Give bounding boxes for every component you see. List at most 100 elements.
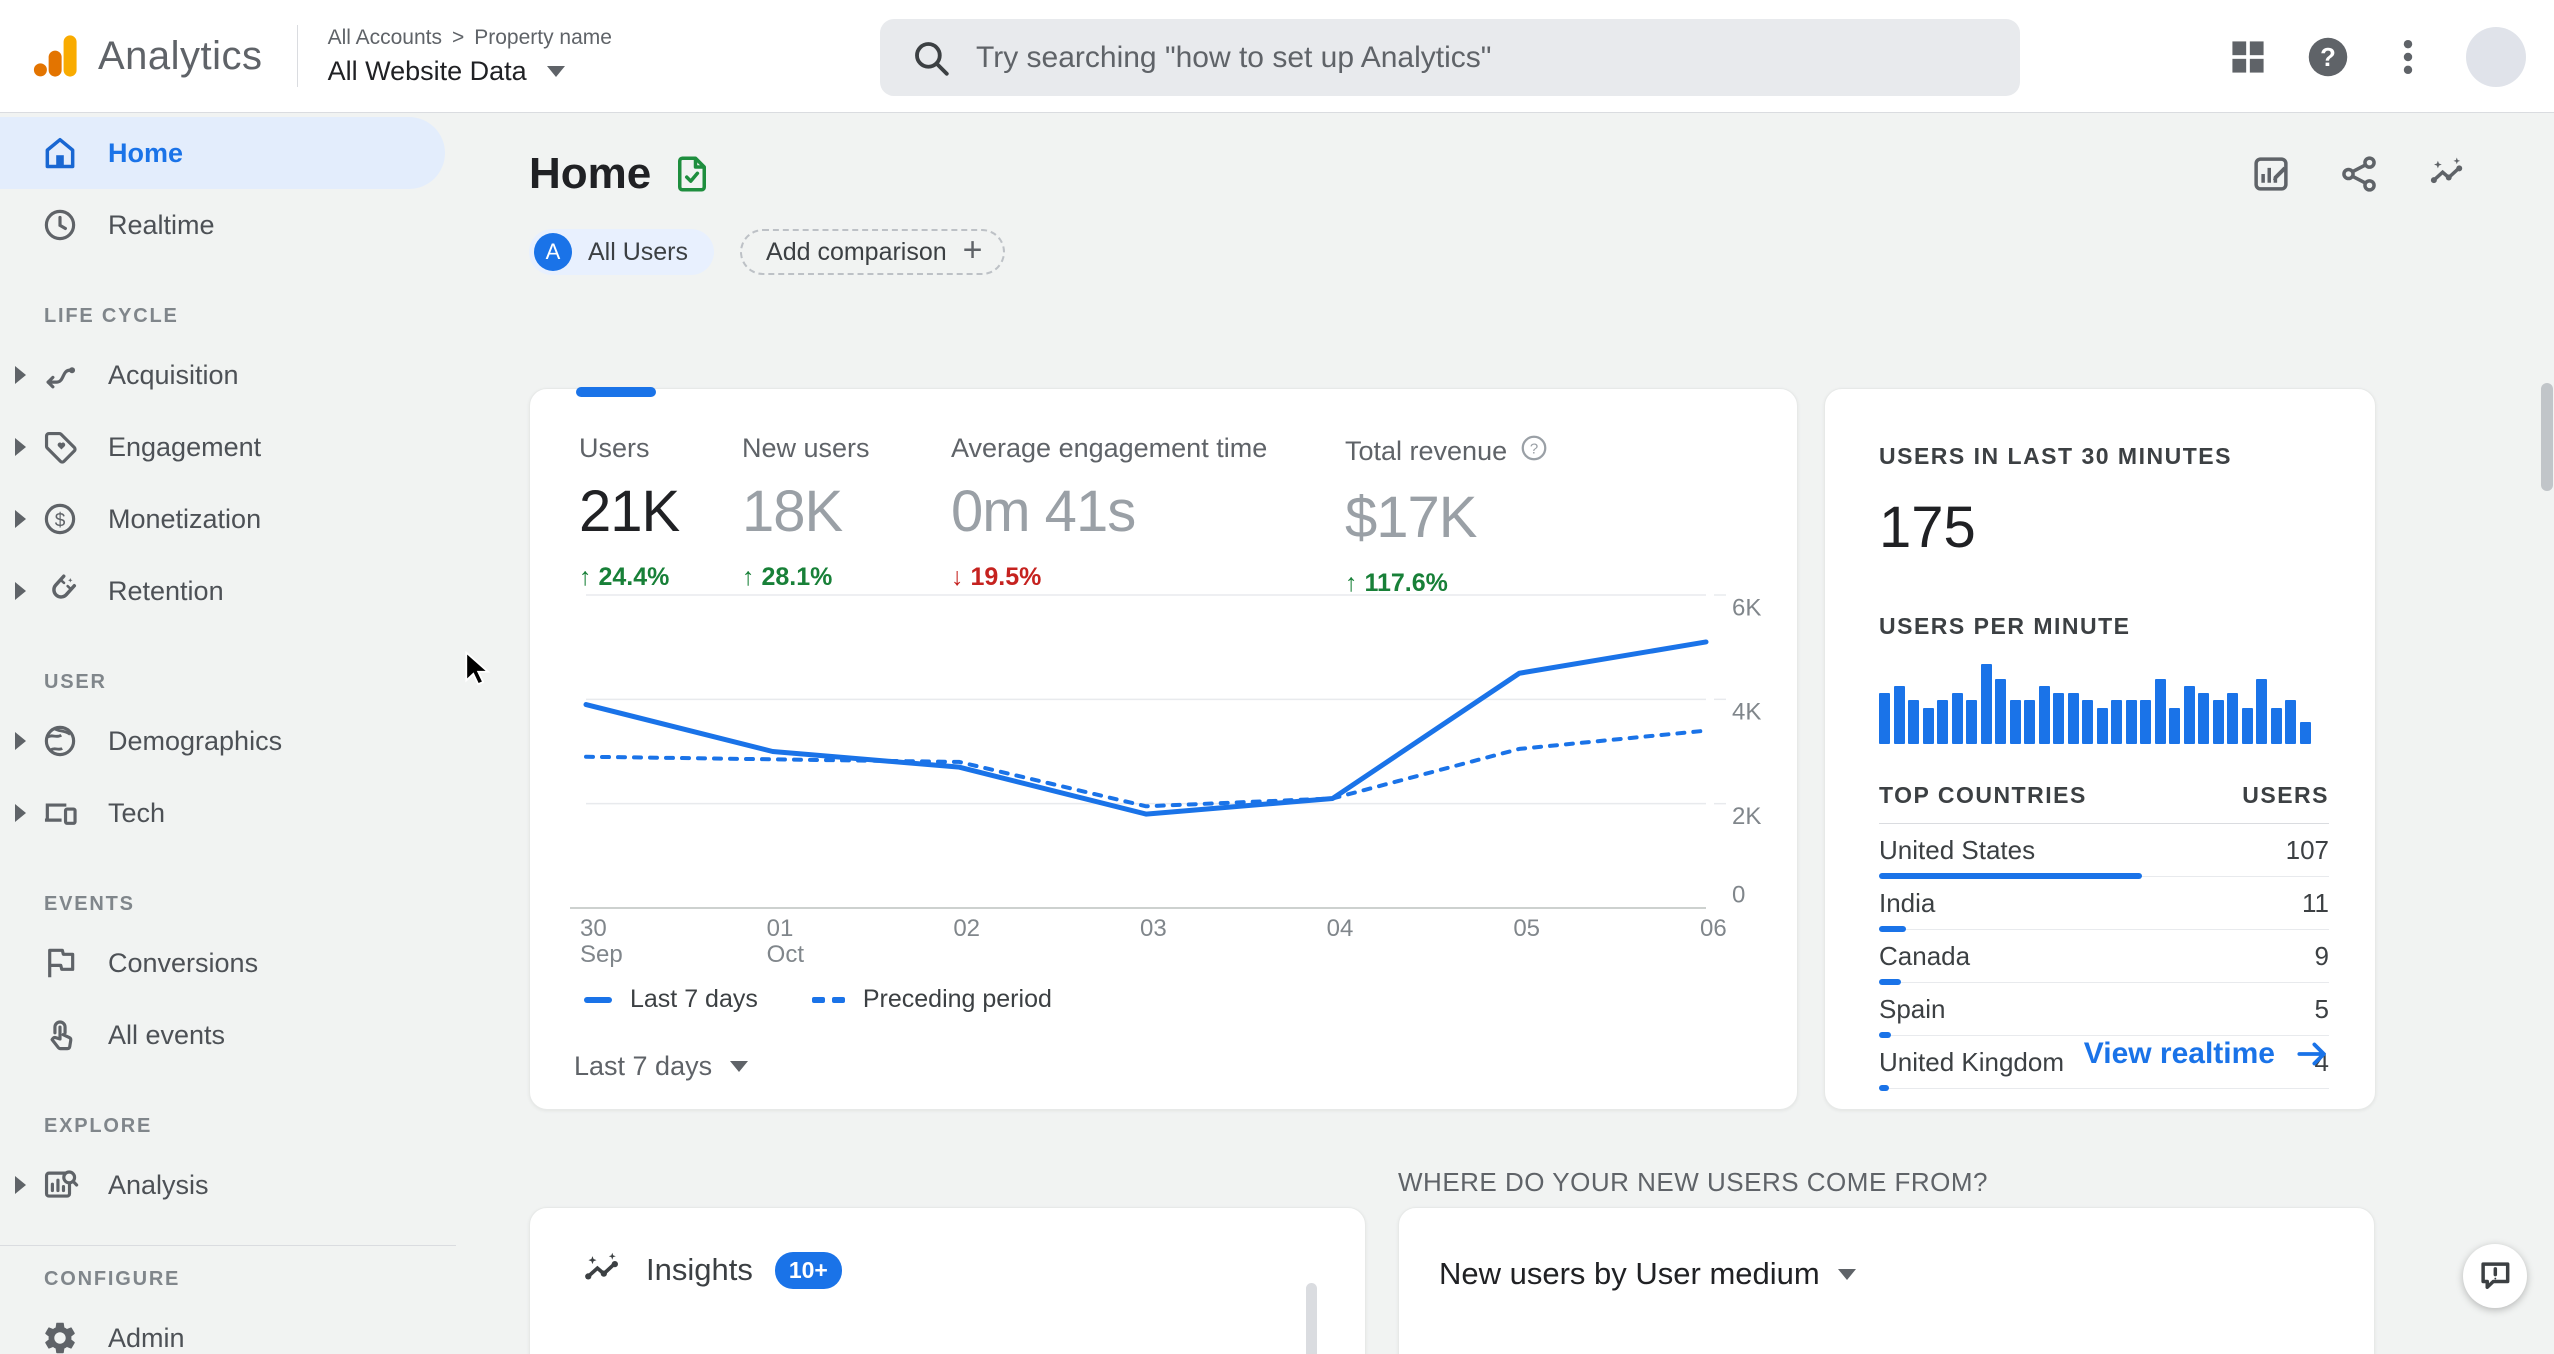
apps-grid-icon[interactable]	[2226, 35, 2270, 79]
country-bar	[1879, 1085, 1889, 1091]
sidebar-item-all-events[interactable]: All events	[0, 999, 445, 1071]
nav-section-header: USER	[44, 670, 107, 693]
vertical-scrollbar[interactable]	[2541, 383, 2553, 491]
breadcrumb: All Accounts > Property name	[328, 26, 612, 50]
svg-text:0: 0	[1732, 881, 1745, 908]
question-circle-icon[interactable]: ?	[1519, 433, 1549, 470]
sidebar-item-retention[interactable]: Retention	[0, 555, 445, 627]
breadcrumb-account: All Accounts	[327, 25, 442, 49]
per-minute-bar	[2096, 708, 2108, 744]
per-minute-bar	[2024, 700, 2035, 744]
per-minute-bar	[1951, 693, 1963, 744]
nav-section-header: CONFIGURE	[44, 1267, 181, 1290]
page-header: Home	[529, 149, 713, 199]
expand-arrow-icon[interactable]	[0, 1176, 40, 1194]
per-minute-bar	[2169, 708, 2180, 744]
users-per-minute-label: USERS PER MINUTE	[1879, 613, 2131, 639]
per-minute-bar	[1937, 700, 1948, 744]
help-icon[interactable]: ?	[2306, 35, 2350, 79]
sidebar-item-tech[interactable]: Tech	[0, 777, 445, 849]
feedback-button[interactable]	[2463, 1244, 2527, 1308]
per-minute-bar	[2270, 708, 2282, 744]
expand-arrow-icon[interactable]	[0, 510, 40, 528]
more-vert-icon[interactable]	[2386, 35, 2430, 79]
overview-card: Users 21K ↑ 24.4% New users 18K ↑ 28.1% Averag…	[529, 387, 1798, 1110]
nav-section-header: LIFE CYCLE	[44, 304, 179, 327]
metric-average-engagement-time: Average engagement time 0m 41s ↓ 19.5%	[951, 433, 1267, 592]
per-minute-bar	[2009, 700, 2021, 744]
sidebar-item-label: All events	[108, 1019, 226, 1050]
property-selector[interactable]: All Website Data	[328, 56, 612, 87]
new-users-question: WHERE DO YOUR NEW USERS COME FROM?	[1398, 1167, 1989, 1197]
users-header: USERS	[2242, 782, 2329, 808]
sidebar-item-acquisition[interactable]: Acquisition	[0, 339, 445, 411]
user-avatar[interactable]	[2466, 26, 2526, 87]
per-minute-bar	[2111, 700, 2122, 744]
sidebar-item-label: Conversions	[108, 947, 259, 978]
sidebar-item-realtime[interactable]: Realtime	[0, 189, 445, 261]
per-minute-bar	[1995, 679, 2006, 744]
monetization-icon: $	[40, 500, 80, 538]
per-minute-bar	[2140, 700, 2151, 744]
legend-swatch-solid	[584, 996, 612, 1003]
chart-dimension-selector[interactable]: New users by User medium	[1439, 1256, 2374, 1292]
per-minute-bar	[1908, 700, 1919, 744]
svg-text:2K: 2K	[1732, 803, 1761, 830]
add-comparison-button[interactable]: Add comparison +	[740, 229, 1005, 275]
sidebar-item-home[interactable]: Home	[0, 117, 445, 189]
per-minute-bar	[2154, 679, 2166, 744]
doc-check-icon	[678, 156, 707, 192]
share-icon[interactable]	[2338, 153, 2380, 195]
country-row: Spain 5	[1879, 983, 2329, 1038]
customize-report-icon[interactable]	[2250, 153, 2292, 195]
sidebar-item-analysis[interactable]: Analysis	[0, 1149, 445, 1221]
nav-section-life-cycle: LIFE CYCLE Acquisition Engagement $ Monetiza…	[0, 293, 456, 627]
divider	[296, 25, 298, 87]
search-input[interactable]	[976, 40, 1990, 75]
analytics-logo[interactable]: Analytics	[30, 30, 263, 82]
per-minute-bar	[2125, 700, 2137, 744]
svg-text:04: 04	[1327, 915, 1354, 942]
metric-value: 21K	[579, 479, 680, 544]
svg-text:30: 30	[580, 915, 607, 942]
topbar-actions: ?	[2226, 0, 2526, 113]
segment-chip-all-users[interactable]: A All Users	[529, 229, 715, 275]
sidebar-item-engagement[interactable]: Engagement	[0, 411, 445, 483]
metric-new-users: New users 18K ↑ 28.1%	[742, 433, 870, 592]
sidebar-item-label: Analysis	[108, 1169, 209, 1200]
touch-icon	[40, 1016, 80, 1054]
page-title: Home	[529, 149, 652, 198]
expand-arrow-icon[interactable]	[0, 582, 40, 600]
feedback-icon	[2481, 1262, 2510, 1289]
expand-arrow-icon[interactable]	[0, 438, 40, 456]
property-selector-label: All Website Data	[327, 55, 527, 86]
users-per-minute-chart	[1879, 664, 2329, 744]
account-breadcrumb[interactable]: All Accounts > Property name All Website…	[328, 26, 612, 87]
sidebar-item-monetization[interactable]: $ Monetization	[0, 483, 445, 555]
country-users: 9	[2314, 940, 2329, 971]
svg-text:03: 03	[1140, 915, 1167, 942]
expand-arrow-icon[interactable]	[0, 732, 40, 750]
devices-icon	[40, 794, 80, 832]
sidebar-item-admin[interactable]: Admin	[0, 1302, 445, 1354]
per-minute-bar	[2183, 686, 2195, 744]
sidebar-item-demographics[interactable]: Demographics	[0, 705, 445, 777]
view-realtime-link[interactable]: View realtime	[2084, 1035, 2331, 1073]
per-minute-bar	[2241, 708, 2253, 744]
date-range-selector[interactable]: Last 7 days	[574, 1051, 749, 1082]
insights-count-badge: 10+	[774, 1251, 842, 1289]
segment-avatar: A	[534, 233, 572, 271]
countries-table-header: TOP COUNTRIES USERS	[1879, 782, 2329, 824]
sidebar-item-conversions[interactable]: Conversions	[0, 927, 445, 999]
insights-sparkline-icon[interactable]	[2426, 153, 2468, 195]
metric-users: Users 21K ↑ 24.4%	[579, 433, 680, 592]
per-minute-bar	[1966, 700, 1977, 744]
chart-legend: Last 7 days Preceding period	[584, 985, 1052, 1014]
expand-arrow-icon[interactable]	[0, 366, 40, 384]
expand-arrow-icon[interactable]	[0, 804, 40, 822]
country-name: United States	[1879, 834, 2036, 865]
insights-scrollbar[interactable]	[1306, 1283, 1317, 1354]
realtime-card: USERS IN LAST 30 MINUTES 175 USERS PER M…	[1824, 388, 2376, 1110]
svg-text:06: 06	[1700, 915, 1727, 942]
global-search[interactable]	[880, 19, 2020, 96]
